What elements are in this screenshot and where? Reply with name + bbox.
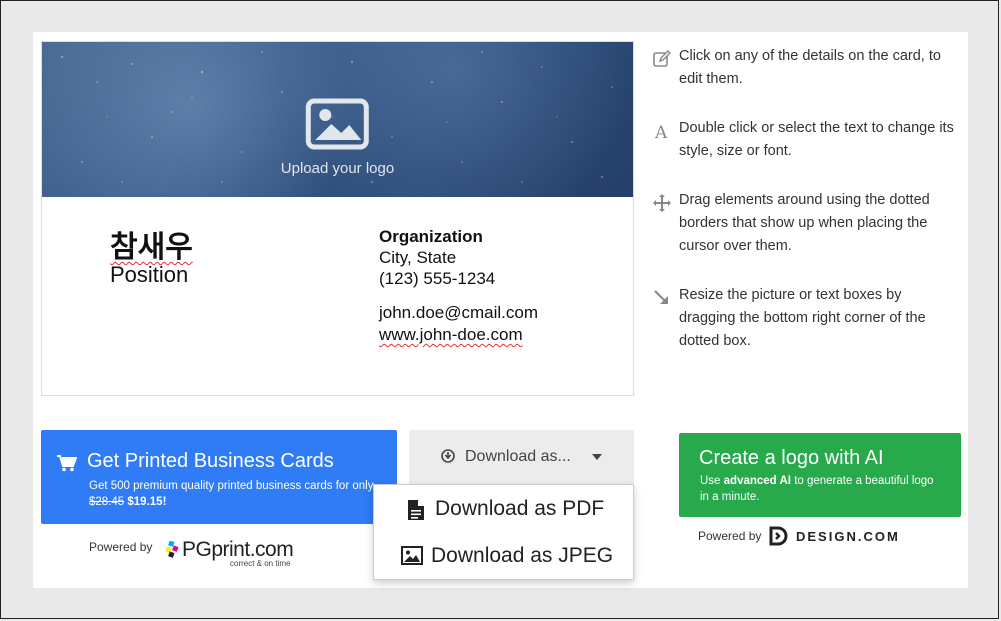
powered-by-pg-label: Powered by bbox=[89, 540, 153, 554]
old-price: $28.45 bbox=[89, 496, 125, 508]
card-name[interactable]: 참새우 bbox=[110, 222, 193, 266]
download-circle-icon bbox=[441, 449, 455, 463]
get-printed-cards-button[interactable]: Get Printed Business Cards Get 500 premi… bbox=[41, 430, 397, 524]
upload-logo-button[interactable]: Upload your logo bbox=[281, 98, 394, 177]
upload-logo-label: Upload your logo bbox=[280, 160, 395, 177]
business-card[interactable]: Upload your logo 참새우 Position Organizati… bbox=[41, 41, 634, 396]
move-icon bbox=[653, 194, 671, 212]
chevron-down-icon bbox=[592, 454, 602, 460]
create-logo-ai-button[interactable]: Create a logo with AI Use advanced AI to… bbox=[679, 433, 961, 517]
tip-font-text: Double click or select the text to chang… bbox=[679, 120, 954, 159]
design-com-brand: DESIGN.COM bbox=[796, 529, 900, 544]
download-as-button[interactable]: Download as... bbox=[409, 430, 634, 484]
card-banner-image[interactable]: Upload your logo bbox=[42, 42, 633, 197]
download-as-label: Download as... bbox=[465, 448, 571, 465]
tip-edit-text: Click on any of the details on the card,… bbox=[679, 48, 941, 87]
image-icon bbox=[401, 546, 423, 565]
card-organization-block[interactable]: Organization City, State (123) 555-1234 bbox=[379, 226, 495, 289]
pgprint-tagline: correct & on time bbox=[230, 559, 291, 568]
pgprint-mark-icon bbox=[165, 541, 179, 558]
tip-resize-text: Resize the picture or text boxes by drag… bbox=[679, 287, 926, 349]
svg-text:A: A bbox=[654, 123, 668, 141]
card-position[interactable]: Position bbox=[110, 262, 188, 288]
download-dropdown-menu: Download as PDF Download as JPEG bbox=[373, 484, 634, 580]
font-icon: A bbox=[654, 123, 668, 141]
cart-icon bbox=[57, 455, 77, 472]
print-button-title: Get Printed Business Cards bbox=[87, 450, 334, 472]
card-organization[interactable]: Organization bbox=[379, 226, 495, 247]
download-pdf-label: Download as PDF bbox=[435, 497, 605, 520]
card-website[interactable]: www.john-doe.com bbox=[379, 324, 538, 346]
card-city-state[interactable]: City, State bbox=[379, 247, 495, 268]
card-phone[interactable]: (123) 555-1234 bbox=[379, 268, 495, 289]
image-icon bbox=[305, 98, 369, 150]
tip-move-text: Drag elements around using the dotted bo… bbox=[679, 192, 930, 254]
resize-icon bbox=[654, 290, 668, 304]
ai-button-title: Create a logo with AI bbox=[699, 447, 884, 469]
download-jpeg-label: Download as JPEG bbox=[431, 544, 614, 567]
card-contact-block[interactable]: john.doe@cmail.com www.john-doe.com bbox=[379, 302, 538, 346]
new-price: $19.15 bbox=[127, 496, 163, 508]
design-mark-icon bbox=[769, 526, 788, 546]
card-email[interactable]: john.doe@cmail.com bbox=[379, 302, 538, 324]
download-pdf-option[interactable]: Download as PDF bbox=[374, 487, 633, 533]
print-button-subtitle: Get 500 premium quality printed business… bbox=[89, 480, 374, 508]
download-jpeg-option[interactable]: Download as JPEG bbox=[374, 534, 633, 580]
powered-by-design-label: Powered by bbox=[698, 529, 762, 543]
ai-button-subtitle: Use advanced AI to generate a beautiful … bbox=[700, 475, 934, 503]
edit-icon bbox=[653, 50, 671, 67]
file-icon bbox=[408, 500, 424, 520]
